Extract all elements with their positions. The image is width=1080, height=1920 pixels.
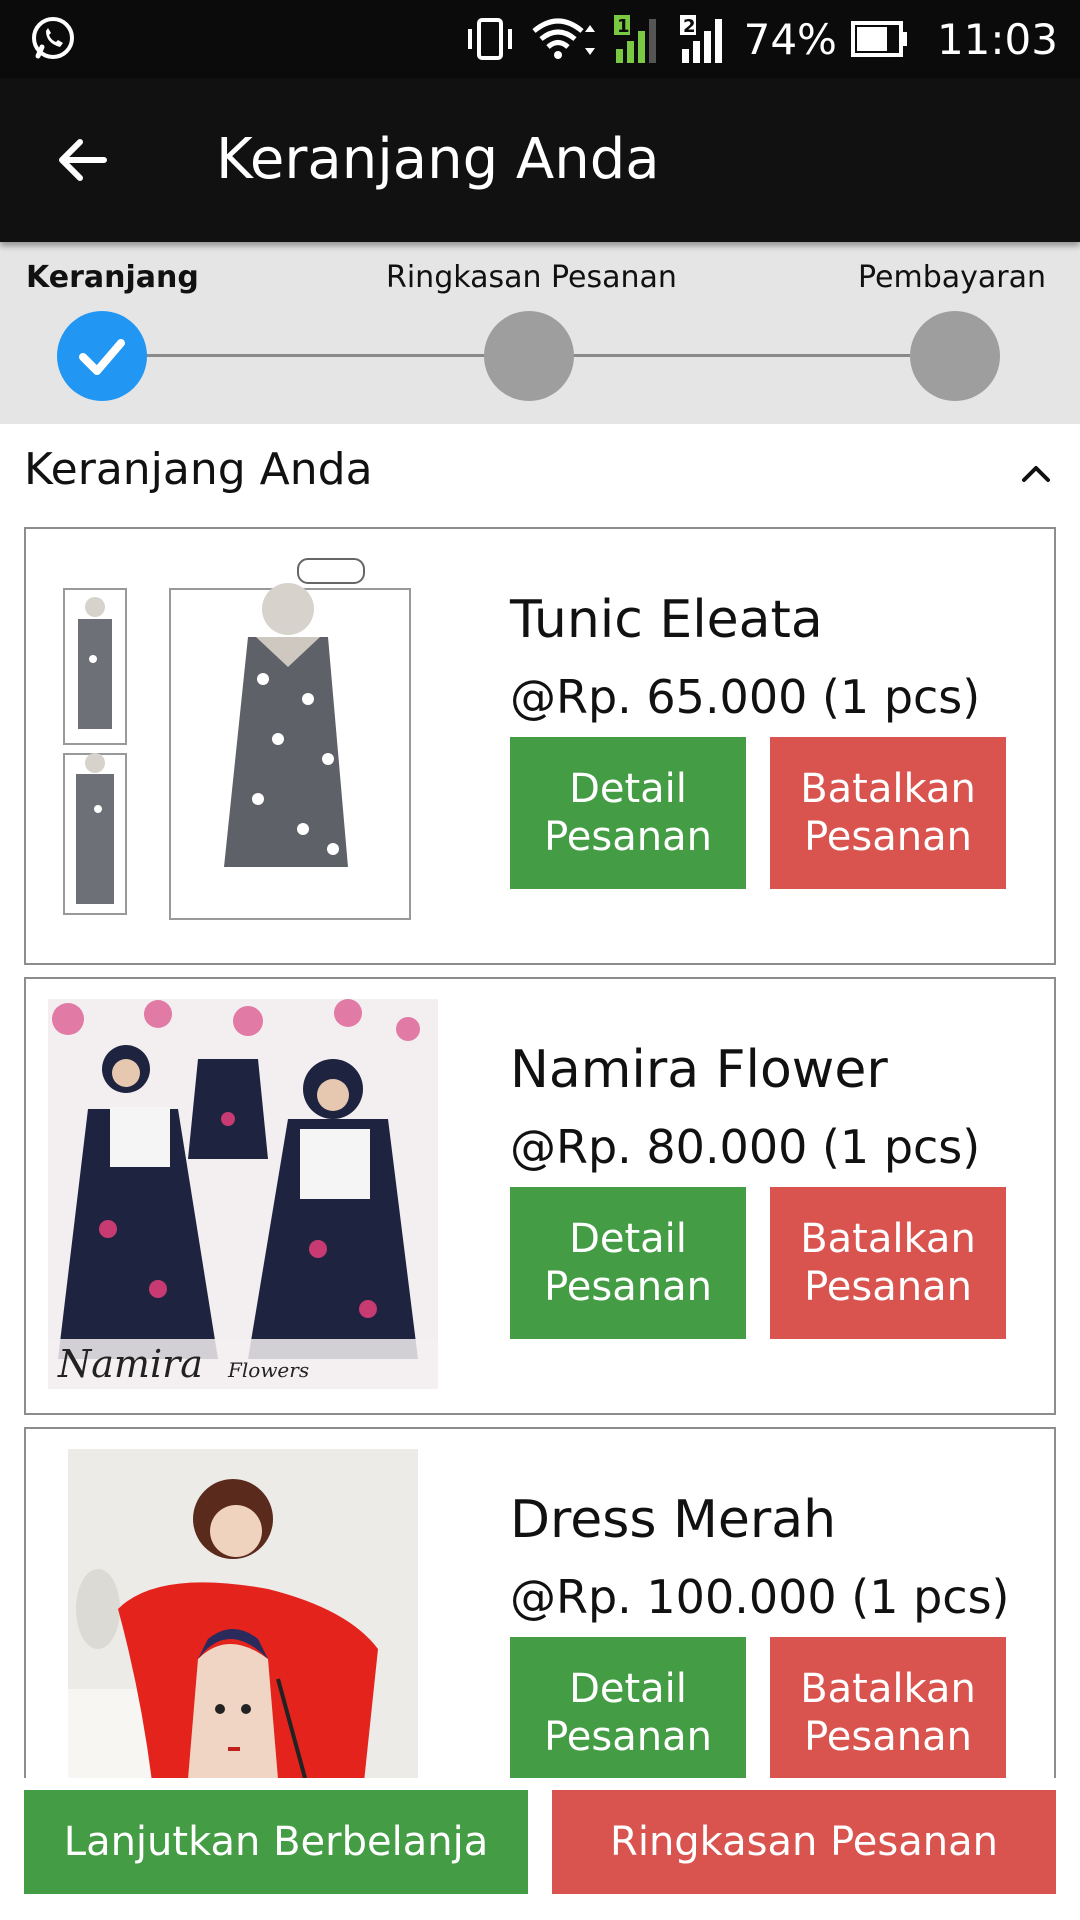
button-label-line: Detail [569, 766, 687, 812]
step-label-summary: Ringkasan Pesanan [386, 260, 677, 295]
detail-order-button[interactable]: Detail Pesanan [510, 1637, 746, 1789]
app-bar: Keranjang Anda [0, 78, 1080, 242]
button-label-line: Pesanan [804, 1264, 972, 1310]
product-name: Tunic Eleata [510, 590, 823, 650]
continue-shopping-button[interactable]: Lanjutkan Berbelanja [24, 1790, 528, 1894]
svg-text:1: 1 [617, 16, 630, 37]
button-label-line: Pesanan [804, 814, 972, 860]
arrow-back-icon[interactable] [52, 130, 112, 190]
svg-text:Flowers: Flowers [227, 1358, 309, 1382]
svg-text:2: 2 [683, 16, 696, 37]
status-bar: 1 2 74% 11:03 [0, 0, 1080, 78]
section-title: Keranjang Anda [24, 444, 373, 495]
step-label-cart: Keranjang [26, 260, 199, 295]
button-label-line: Batalkan [800, 1666, 976, 1712]
product-price: @Rp. 100.000 (1 pcs) [510, 1570, 1010, 1624]
step-connector [146, 354, 484, 357]
cancel-order-button[interactable]: Batalkan Pesanan [770, 737, 1006, 889]
step-label-payment: Pembayaran [858, 260, 1046, 295]
product-name: Dress Merah [510, 1490, 837, 1550]
check-icon [79, 339, 125, 375]
cart-section-header[interactable]: Keranjang Anda [0, 424, 1080, 524]
checkout-stepper: Keranjang Ringkasan Pesanan Pembayaran [0, 242, 1080, 424]
step-indicator-payment [910, 311, 1000, 401]
battery-percent: 74% [743, 14, 837, 64]
product-image [48, 549, 438, 939]
product-name: Namira Flower [510, 1040, 888, 1100]
chevron-up-icon[interactable] [1014, 452, 1058, 496]
button-label-line: Detail [569, 1666, 687, 1712]
button-label-line: Batalkan [800, 1216, 976, 1262]
clock: 11:03 [936, 14, 1058, 64]
product-price: @Rp. 80.000 (1 pcs) [510, 1120, 981, 1174]
step-indicator-summary [484, 311, 574, 401]
button-label-line: Pesanan [544, 1264, 712, 1310]
vibrate-icon [467, 18, 512, 60]
button-label-line: Pesanan [804, 1714, 972, 1760]
cancel-order-button[interactable]: Batalkan Pesanan [770, 1637, 1006, 1789]
cart-item: Tunic Eleata @Rp. 65.000 (1 pcs) Detail … [24, 527, 1056, 965]
signal-sim1-icon: 1 [613, 15, 656, 63]
whatsapp-icon [32, 17, 74, 59]
svg-text:Namira: Namira [57, 1342, 203, 1386]
button-label-line: Batalkan [800, 766, 976, 812]
cart-item: Namira Flowers Namira Flower @Rp. 80.000… [24, 977, 1056, 1415]
battery-icon [850, 21, 907, 57]
order-summary-button[interactable]: Ringkasan Pesanan [552, 1790, 1056, 1894]
detail-order-button[interactable]: Detail Pesanan [510, 737, 746, 889]
signal-sim2-icon: 2 [679, 15, 722, 63]
bottom-action-bar: Lanjutkan Berbelanja Ringkasan Pesanan [0, 1778, 1080, 1920]
cancel-order-button[interactable]: Batalkan Pesanan [770, 1187, 1006, 1339]
button-label-line: Pesanan [544, 1714, 712, 1760]
detail-order-button[interactable]: Detail Pesanan [510, 1187, 746, 1339]
product-image: Namira Flowers [48, 999, 438, 1389]
step-indicator-cart [57, 311, 147, 401]
button-label-line: Detail [569, 1216, 687, 1262]
step-connector [572, 354, 910, 357]
button-label-line: Pesanan [544, 814, 712, 860]
wifi-icon [531, 18, 595, 59]
page-title: Keranjang Anda [216, 127, 660, 192]
product-price: @Rp. 65.000 (1 pcs) [510, 670, 981, 724]
